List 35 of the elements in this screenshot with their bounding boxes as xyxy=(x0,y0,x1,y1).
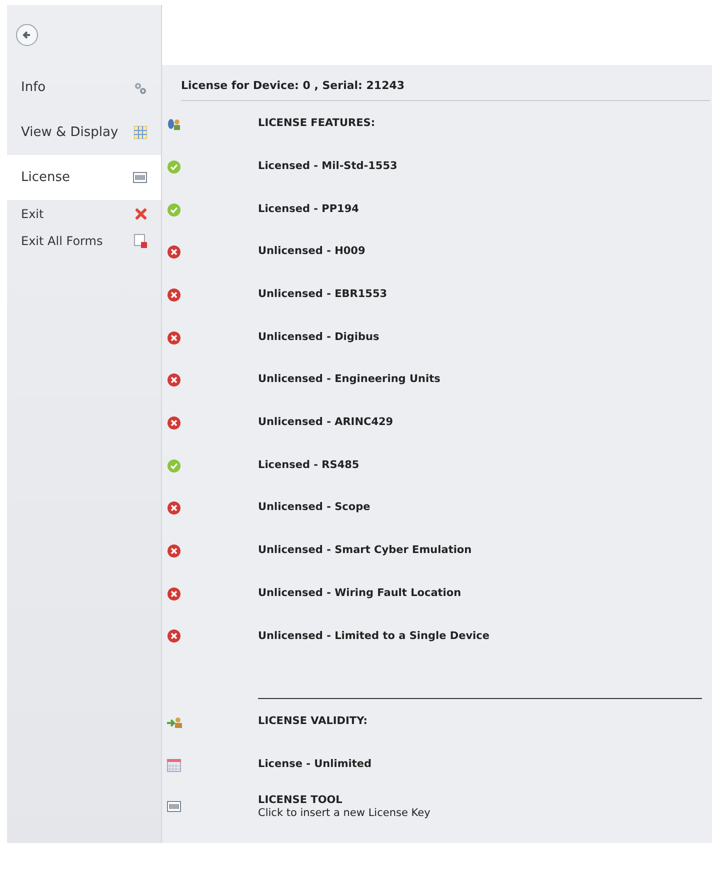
feature-label: Licensed - Mil-Std-1553 xyxy=(258,158,398,174)
section-title: LICENSE VALIDITY: xyxy=(258,714,368,730)
user-arrow-icon xyxy=(167,716,182,728)
calendar-icon xyxy=(167,758,181,772)
tool-description: Click to insert a new License Key xyxy=(258,806,430,820)
section-title: LICENSE FEATURES: xyxy=(258,116,376,132)
feature-label: Unlicensed - Digibus xyxy=(258,330,380,345)
feature-label: Licensed - RS485 xyxy=(258,458,360,473)
sidebar-tab[interactable]: License xyxy=(7,155,161,200)
validity-value: License - Unlimited xyxy=(258,757,372,772)
back-arrow-icon xyxy=(22,30,32,40)
sidebar-tab[interactable]: View & Display xyxy=(7,110,161,155)
grid-icon xyxy=(134,126,147,139)
gears-icon xyxy=(133,80,147,94)
feature-label: Unlicensed - Smart Cyber Emulation xyxy=(258,543,472,558)
feature-label: Unlicensed - H009 xyxy=(258,244,366,260)
license-tool-button[interactable]: LICENSE TOOL Click to insert a new License Key xyxy=(167,786,702,827)
feature-label: Unlicensed - ARINC429 xyxy=(258,415,394,430)
sidebar-tab[interactable]: Info xyxy=(7,65,161,110)
window-close-icon xyxy=(134,234,147,248)
menu-command[interactable]: Exit All Forms xyxy=(7,227,161,254)
feature-label: Unlicensed - Wiring Fault Location xyxy=(258,586,462,601)
feature-label: Unlicensed - Engineering Units xyxy=(258,372,440,388)
device-heading: License for Device: 0 , Serial: 21243 xyxy=(181,78,710,100)
back-button[interactable] xyxy=(16,24,38,46)
barcode-card-icon xyxy=(167,801,181,812)
tool-title: LICENSE TOOL xyxy=(258,794,344,807)
feature-label: Licensed - PP194 xyxy=(258,202,359,217)
barcode-card-icon xyxy=(133,172,147,183)
feature-label: Unlicensed - Scope xyxy=(258,500,370,516)
feature-label: Unlicensed - EBR1553 xyxy=(258,287,388,302)
users-icon xyxy=(167,118,181,130)
close-icon xyxy=(135,208,147,220)
menu-command[interactable]: Exit xyxy=(7,200,161,227)
feature-label: Unlicensed - Limited to a Single Device xyxy=(258,628,490,644)
